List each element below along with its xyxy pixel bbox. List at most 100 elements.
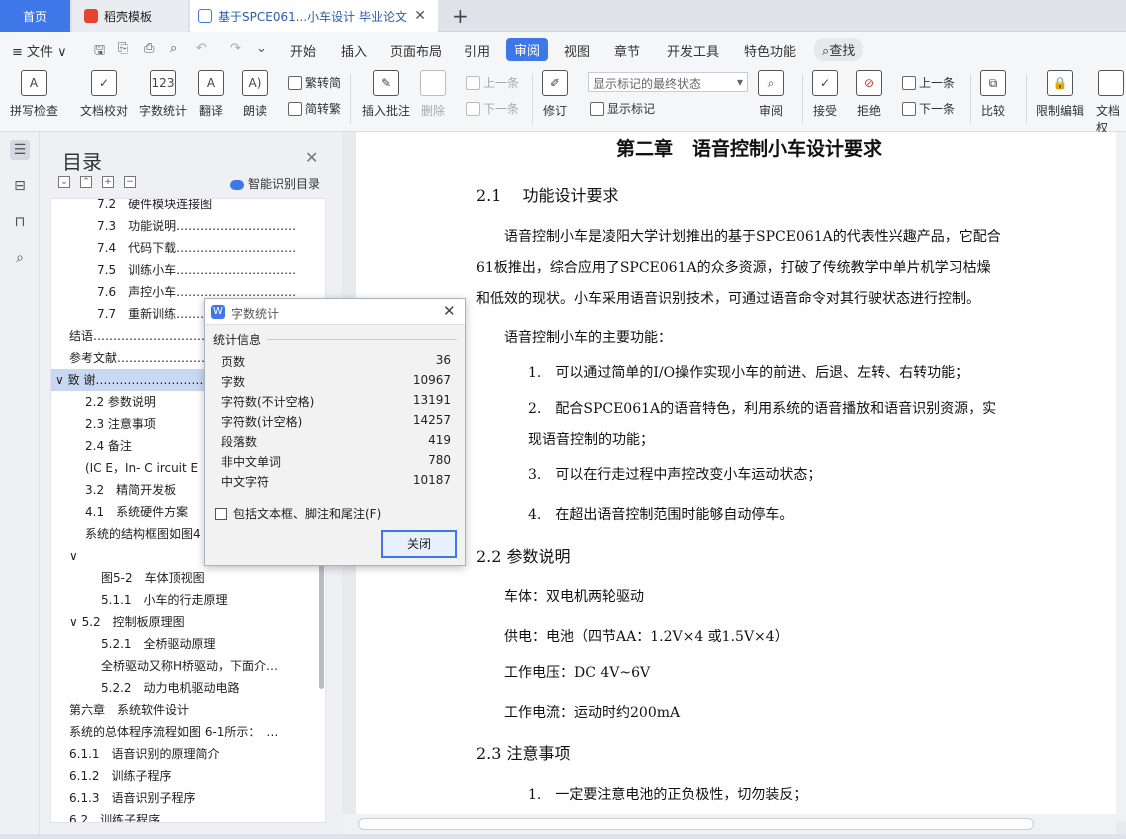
review-pane-label: 审阅 — [758, 104, 783, 118]
list-item: 3. 可以在行走过程中声控改变小车运动状态； — [528, 467, 822, 483]
ribbon: A 拼写检查 ✓ 文档校对 123 字数统计 A 翻译 A) 朗读 繁转简 简转繁 ✎ 插入… — [0, 66, 1126, 135]
insert-comment-button[interactable]: ✎ 插入批注 — [362, 70, 410, 119]
toc-title: 目录 — [62, 150, 102, 174]
redo-icon[interactable]: ↷ — [230, 41, 241, 56]
tab-document[interactable]: 基于SPCE061...小车设计 毕业论文 ✕ — [190, 0, 438, 32]
stat-label: 段落数 — [221, 435, 258, 449]
next-change-button[interactable]: 下一条 — [902, 100, 955, 117]
doc-proof-button[interactable]: ✓ 文档校对 — [80, 70, 128, 119]
toc-item[interactable]: 6.1.1 语音识别的原理简介 — [51, 743, 325, 765]
print-preview-icon[interactable]: ⌕ — [170, 41, 177, 56]
markup-mode-select[interactable]: 显示标记的最终状态 ▾ — [588, 72, 748, 92]
stat-row: 字数 10967 — [221, 373, 451, 393]
menu-devtools[interactable]: 开发工具 — [667, 41, 719, 60]
section-heading: 2.3 注意事项 — [476, 744, 571, 763]
quick-access-dropdown-icon[interactable]: ⌄ — [256, 41, 267, 56]
menu-features[interactable]: 特色功能 — [744, 41, 796, 60]
close-button[interactable]: 关闭 — [381, 530, 457, 558]
prev-change-button[interactable]: 上一条 — [902, 74, 955, 91]
horizontal-scroll-thumb[interactable] — [358, 818, 1034, 830]
chapter-nav-icon[interactable]: ⊟ — [10, 176, 30, 196]
toc-item[interactable]: 全桥驱动又称H桥驱动，下面介… — [51, 655, 325, 677]
toc-item[interactable]: 7.2 硬件模块连接图 — [51, 199, 325, 215]
read-aloud-button[interactable]: A) 朗读 — [242, 70, 268, 119]
show-markup-button[interactable]: 显示标记 — [590, 100, 655, 117]
toc-item[interactable]: 6.1.3 语音识别子程序 — [51, 787, 325, 809]
dialog-title: 字数统计 — [231, 307, 280, 321]
save-icon[interactable]: 🖫 — [94, 41, 105, 63]
menu-review[interactable]: 审阅 — [506, 38, 549, 61]
toc-item[interactable]: 图5-2 车体顶视图 — [51, 567, 325, 589]
remove-heading-icon[interactable]: − — [124, 176, 136, 188]
stat-value: 780 — [428, 453, 451, 467]
toc-item[interactable]: 6.2 训练子程序 — [51, 809, 325, 822]
toc-item[interactable]: 5.2.2 动力电机驱动电路 — [51, 677, 325, 699]
toc-item[interactable]: ∨ 5.2 控制板原理图 — [51, 611, 325, 633]
collapse-all-icon[interactable]: ⌄ — [58, 176, 70, 188]
toc-item[interactable]: 7.5 训练小车………………………… — [51, 259, 325, 281]
toc-item[interactable]: 5.2.1 全桥驱动原理 — [51, 633, 325, 655]
new-tab-icon[interactable]: + — [452, 4, 469, 28]
accept-button[interactable]: ✓ 接受 — [812, 70, 838, 119]
review-pane-button[interactable]: ⌕ 审阅 — [758, 70, 784, 119]
tab-bar: 首页 稻壳模板 基于SPCE061...小车设计 毕业论文 ✕ + — [0, 0, 1126, 32]
tab-home[interactable]: 首页 — [0, 0, 70, 32]
markup-mode-value: 显示标记的最终状态 — [593, 77, 702, 91]
expand-all-icon[interactable]: ⌃ — [80, 176, 92, 188]
toc-item[interactable]: 系统的总体程序流程如图 6-1所示： … — [51, 721, 325, 743]
close-icon[interactable]: ✕ — [443, 302, 456, 320]
delete-comment-button[interactable]: 删除 — [420, 70, 446, 119]
smart-toc-button[interactable]: 智能识别目录 — [230, 175, 320, 192]
undo-icon[interactable]: ↶ — [196, 41, 207, 56]
bookmark-icon[interactable]: ⊓ — [10, 212, 30, 232]
simp-to-trad-button[interactable]: 简转繁 — [288, 100, 341, 117]
tab-template[interactable]: 稻壳模板 — [72, 0, 188, 32]
restrict-edit-button[interactable]: 🔒 限制编辑 — [1036, 70, 1084, 119]
word-count-label: 字数统计 — [139, 104, 188, 118]
search-label: 查找 — [829, 44, 856, 59]
track-changes-button[interactable]: ✐ 修订 — [542, 70, 568, 119]
search-box[interactable]: ⌕查找 — [814, 38, 864, 61]
file-menu[interactable]: ≡ 文件 ∨ — [12, 41, 67, 60]
toc-item[interactable]: 7.3 功能说明………………………… — [51, 215, 325, 237]
menu-view[interactable]: 视图 — [564, 41, 590, 60]
menu-chapter[interactable]: 章节 — [614, 41, 640, 60]
toc-item[interactable]: 第六章 系统软件设计 — [51, 699, 325, 721]
spell-check-button[interactable]: A 拼写检查 — [10, 70, 58, 119]
add-heading-icon[interactable]: + — [102, 176, 114, 188]
chevron-down-icon: ▾ — [736, 75, 743, 89]
daoke-logo-icon — [84, 9, 98, 23]
translate-button[interactable]: A 翻译 — [198, 70, 224, 119]
next-comment-button[interactable]: 下一条 — [466, 100, 519, 117]
menu-references[interactable]: 引用 — [464, 41, 490, 60]
print-icon[interactable]: ⎙ — [144, 41, 154, 56]
trad-simp-icon — [288, 75, 302, 90]
toc-item[interactable]: 6.1.2 训练子程序 — [51, 765, 325, 787]
doc-rights-label: 文档权 — [1096, 104, 1121, 135]
doc-proof-icon: ✓ — [91, 70, 117, 96]
word-count-button[interactable]: 123 字数统计 — [139, 70, 187, 119]
reject-button[interactable]: ⊘ 拒绝 — [856, 70, 882, 119]
trad-to-simp-button[interactable]: 繁转简 — [288, 74, 341, 91]
include-textbox-checkbox[interactable]: 包括文本框、脚注和尾注(F) — [215, 505, 381, 522]
toc-item[interactable]: 5.1.1 小车的行走原理 — [51, 589, 325, 611]
document-page[interactable]: 第二章 语音控制小车设计要求 2.1 功能设计要求 语音控制小车是凌阳大学计划推… — [356, 132, 1116, 822]
toc-scrollbar[interactable] — [319, 559, 324, 689]
menu-start[interactable]: 开始 — [290, 41, 316, 60]
vertical-scrollbar[interactable] — [1116, 132, 1126, 822]
export-icon[interactable]: ⎘ — [118, 41, 128, 56]
prev-comment-button[interactable]: 上一条 — [466, 74, 519, 91]
menu-layout[interactable]: 页面布局 — [390, 41, 442, 60]
doc-rights-button[interactable]: 文档权 — [1096, 70, 1126, 136]
close-icon[interactable]: ✕ — [305, 148, 318, 167]
compare-button[interactable]: ⧉ 比较 — [980, 70, 1006, 119]
toc-nav-icon[interactable]: ☰ — [10, 140, 30, 160]
menu-insert[interactable]: 插入 — [341, 41, 367, 60]
menu-bar: ≡ 文件 ∨ 🖫 ⎘ ⎙ ⌕ ↶ ↷ ⌄ 开始 插入 页面布局 引用 审阅 视图… — [0, 32, 1126, 66]
close-tab-icon[interactable]: ✕ — [414, 8, 426, 24]
accept-label: 接受 — [812, 104, 837, 118]
stat-label: 字数 — [221, 375, 246, 389]
find-icon[interactable]: ⌕ — [10, 248, 30, 268]
list-item: 4. 在超出语音控制范围时能够自动停车。 — [528, 507, 794, 523]
toc-item[interactable]: 7.4 代码下载………………………… — [51, 237, 325, 259]
